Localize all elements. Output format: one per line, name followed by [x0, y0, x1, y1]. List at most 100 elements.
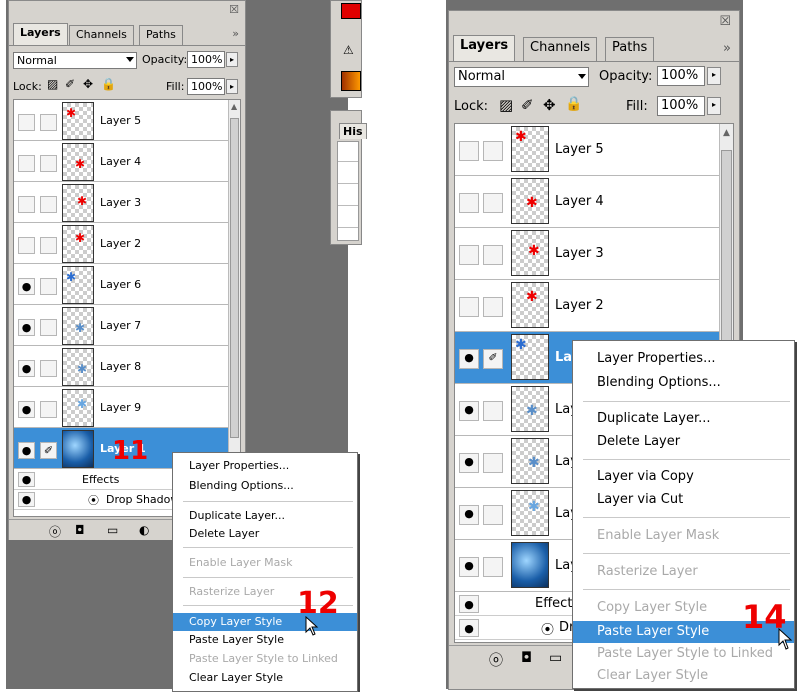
- link-layers-icon[interactable]: ⓞ: [489, 650, 503, 670]
- menu-item-delete-layer[interactable]: Delete Layer: [573, 434, 794, 449]
- layer-row[interactable]: ✱ Layer 2: [455, 280, 733, 332]
- lock-icon[interactable]: 🔒: [101, 77, 116, 91]
- eye-icon[interactable]: ●: [459, 619, 479, 637]
- new-group-icon[interactable]: ▭: [549, 650, 562, 666]
- link-toggle[interactable]: [40, 319, 57, 336]
- link-toggle[interactable]: [40, 196, 57, 213]
- link-toggle[interactable]: [483, 505, 503, 525]
- tab-paths[interactable]: Paths: [605, 37, 655, 61]
- eye-icon[interactable]: ●: [18, 472, 35, 487]
- link-toggle[interactable]: [483, 193, 503, 213]
- history-item[interactable]: [338, 166, 358, 184]
- link-toggle[interactable]: [483, 141, 503, 161]
- brush-icon[interactable]: ✐: [521, 96, 534, 114]
- menu-item-paste-layer-style[interactable]: Paste Layer Style: [173, 633, 357, 646]
- link-toggle[interactable]: [483, 401, 503, 421]
- blend-mode-select[interactable]: Normal: [454, 67, 589, 87]
- link-toggle[interactable]: [40, 360, 57, 377]
- eye-icon[interactable]: ●: [459, 557, 479, 577]
- history-item[interactable]: [338, 188, 358, 206]
- lock-transparent-icon[interactable]: ▨: [499, 96, 513, 114]
- layer-row[interactable]: ✱ Layer 3: [455, 228, 733, 280]
- menu-arrow-icon[interactable]: »: [723, 41, 731, 56]
- link-toggle[interactable]: [40, 237, 57, 254]
- eye-icon[interactable]: ●: [18, 401, 35, 418]
- tab-paths[interactable]: Paths: [139, 25, 183, 45]
- eye-icon[interactable]: ●: [459, 401, 479, 421]
- menu-item-duplicate-layer[interactable]: Duplicate Layer...: [173, 509, 357, 522]
- gradient-swatch[interactable]: [341, 71, 361, 91]
- eye-icon[interactable]: ●: [18, 360, 35, 377]
- fill-field[interactable]: 100%: [187, 78, 225, 95]
- tab-layers[interactable]: Layers: [13, 23, 68, 45]
- link-toggle[interactable]: [40, 401, 57, 418]
- eye-icon[interactable]: ●: [459, 349, 479, 369]
- layer-row[interactable]: ✱ Layer 4: [14, 141, 240, 182]
- scroll-up-icon[interactable]: ▲: [231, 102, 237, 111]
- layer-row[interactable]: ● ✱ Layer 7: [14, 305, 240, 346]
- visibility-toggle[interactable]: [459, 141, 479, 161]
- lock-transparent-icon[interactable]: ▨: [47, 77, 58, 91]
- fill-field[interactable]: 100%: [657, 96, 705, 116]
- history-item[interactable]: [338, 210, 358, 228]
- menu-arrow-icon[interactable]: »: [232, 27, 239, 40]
- foreground-color-swatch[interactable]: [341, 3, 361, 19]
- menu-item-delete-layer[interactable]: Delete Layer: [173, 527, 357, 540]
- fill-arrow-icon[interactable]: ▸: [707, 97, 721, 115]
- link-toggle[interactable]: [483, 245, 503, 265]
- history-tab[interactable]: His: [339, 123, 367, 139]
- visibility-toggle[interactable]: [459, 193, 479, 213]
- scroll-thumb[interactable]: [230, 118, 239, 438]
- layer-row[interactable]: ● ✱ Layer 6: [14, 264, 240, 305]
- brush-icon[interactable]: ✐: [40, 442, 57, 459]
- layer-row[interactable]: ✱ Layer 5: [455, 124, 733, 176]
- eye-icon[interactable]: ●: [18, 492, 35, 507]
- layer-row[interactable]: ✱ Layer 5: [14, 100, 240, 141]
- scroll-thumb[interactable]: [721, 150, 732, 370]
- visibility-toggle[interactable]: [18, 196, 35, 213]
- layer-row[interactable]: ✱ Layer 2: [14, 223, 240, 264]
- blend-mode-select[interactable]: Normal: [13, 52, 137, 69]
- opacity-field[interactable]: 100%: [657, 66, 705, 86]
- brush-icon[interactable]: ✐: [483, 349, 503, 369]
- menu-item-blending-options[interactable]: Blending Options...: [173, 479, 357, 492]
- eye-icon[interactable]: ●: [18, 319, 35, 336]
- menu-item-blending-options[interactable]: Blending Options...: [573, 375, 794, 390]
- eye-icon[interactable]: ●: [18, 278, 35, 295]
- visibility-toggle[interactable]: [459, 297, 479, 317]
- move-icon[interactable]: ✥: [543, 96, 556, 114]
- brush-icon[interactable]: ✐: [65, 77, 75, 91]
- link-toggle[interactable]: [40, 114, 57, 131]
- link-toggle[interactable]: [40, 155, 57, 172]
- visibility-toggle[interactable]: [459, 245, 479, 265]
- visibility-toggle[interactable]: [18, 237, 35, 254]
- menu-item-layer-via-cut[interactable]: Layer via Cut: [573, 492, 794, 507]
- link-toggle[interactable]: [40, 278, 57, 295]
- menu-item-layer-properties[interactable]: Layer Properties...: [173, 459, 357, 472]
- close-icon[interactable]: ☒: [229, 3, 239, 16]
- add-mask-icon[interactable]: ◘: [75, 523, 85, 537]
- tab-layers[interactable]: Layers: [453, 35, 516, 61]
- visibility-toggle[interactable]: [18, 114, 35, 131]
- layer-row[interactable]: ✱ Layer 4: [455, 176, 733, 228]
- new-group-icon[interactable]: ▭: [107, 523, 118, 537]
- lock-icon[interactable]: 🔒: [565, 96, 582, 112]
- opacity-arrow-icon[interactable]: ▸: [707, 67, 721, 85]
- adjustment-layer-icon[interactable]: ◐: [139, 523, 149, 537]
- opacity-arrow-icon[interactable]: ▸: [226, 52, 238, 67]
- menu-item-clear-layer-style[interactable]: Clear Layer Style: [173, 671, 357, 684]
- layer-row[interactable]: ● ✱ Layer 9: [14, 387, 240, 428]
- eye-icon[interactable]: ●: [18, 442, 35, 459]
- eye-icon[interactable]: ●: [459, 453, 479, 473]
- link-toggle[interactable]: [483, 297, 503, 317]
- link-toggle[interactable]: [483, 557, 503, 577]
- move-icon[interactable]: ✥: [83, 77, 93, 91]
- link-layers-icon[interactable]: ⓞ: [49, 523, 61, 540]
- tab-channels[interactable]: Channels: [523, 37, 598, 61]
- tab-channels[interactable]: Channels: [69, 25, 134, 45]
- menu-item-layer-via-copy[interactable]: Layer via Copy: [573, 469, 794, 484]
- fill-arrow-icon[interactable]: ▸: [226, 79, 238, 94]
- layer-row[interactable]: ✱ Layer 3: [14, 182, 240, 223]
- eye-icon[interactable]: ●: [459, 595, 479, 613]
- menu-item-layer-properties[interactable]: Layer Properties...: [573, 351, 794, 366]
